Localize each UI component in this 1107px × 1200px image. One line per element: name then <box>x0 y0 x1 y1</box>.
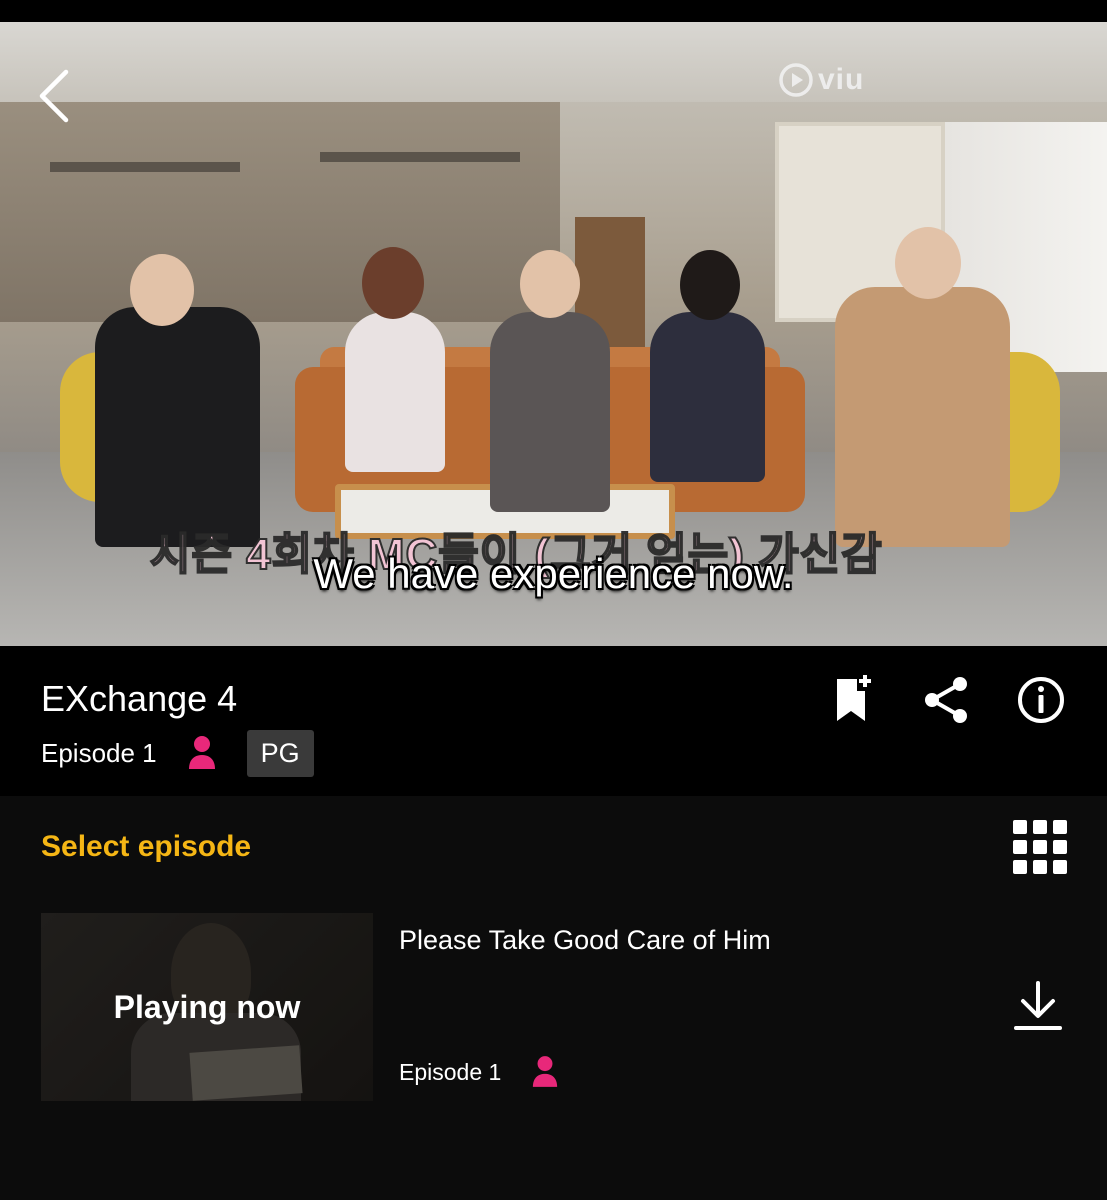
grid-icon <box>1033 820 1047 834</box>
episode-list-item[interactable]: Playing now Please Take Good Care of Him… <box>41 913 1067 1101</box>
info-button[interactable] <box>1015 674 1067 726</box>
episode-thumbnail: Playing now <box>41 913 373 1101</box>
share-icon <box>925 677 967 723</box>
scene-person <box>650 312 765 482</box>
show-meta: Episode 1 PG <box>41 729 314 777</box>
scene-person <box>835 287 1010 547</box>
rating-badge: PG <box>246 729 314 777</box>
episodes-section: Select episode Playing now Please Take G… <box>0 796 1107 1200</box>
episode-label: Episode 1 <box>41 737 157 768</box>
scene-person <box>345 312 445 472</box>
scene-person-head <box>362 247 424 319</box>
add-to-list-button[interactable] <box>827 674 879 726</box>
viu-logo: viu <box>778 60 864 100</box>
profile-icon <box>533 1056 558 1087</box>
chevron-left-icon <box>39 69 69 123</box>
download-button[interactable] <box>1013 979 1063 1033</box>
scene-person <box>95 307 260 547</box>
bookmark-add-icon <box>837 675 871 721</box>
grid-icon <box>1033 840 1047 854</box>
show-actions <box>827 674 1067 726</box>
show-info: EXchange 4 Episode 1 PG <box>0 646 1107 796</box>
grid-icon <box>1013 820 1027 834</box>
scene-person-head <box>895 227 961 299</box>
grid-icon <box>1013 860 1027 874</box>
scene-person-head <box>520 250 580 318</box>
episode-meta: Episode 1 <box>399 1055 559 1089</box>
grid-icon <box>1053 840 1067 854</box>
status-bar <box>0 0 1107 22</box>
scene-ceiling <box>0 22 1107 102</box>
grid-icon <box>1013 840 1027 854</box>
scene-person-head <box>130 254 194 326</box>
playing-now-label: Playing now <box>113 988 301 1025</box>
profile-icon <box>188 736 215 769</box>
play-circle-icon <box>779 63 813 97</box>
scene-kitchen <box>0 102 560 322</box>
video-player[interactable]: 시즌 4회차 MC들이 (그거 얻는) 가신감 We have experien… <box>0 22 1107 646</box>
scene-shelf <box>50 162 240 172</box>
select-episode-label[interactable]: Select episode <box>41 830 251 864</box>
grid-view-button[interactable] <box>1013 820 1067 874</box>
subtitle-text: We have experience now. <box>313 550 794 597</box>
info-icon <box>1018 677 1064 723</box>
show-title: EXchange 4 <box>41 678 238 719</box>
scene-shelf <box>320 152 520 162</box>
back-button[interactable] <box>32 66 80 126</box>
download-icon <box>1014 981 1062 1030</box>
grid-icon <box>1053 860 1067 874</box>
brand-name: viu <box>818 63 865 96</box>
grid-icon <box>1033 860 1047 874</box>
episode-title: Please Take Good Care of Him <box>399 925 771 955</box>
scene-person-head <box>680 250 740 320</box>
scene-person <box>490 312 610 512</box>
grid-icon <box>1053 820 1067 834</box>
share-button[interactable] <box>921 674 973 726</box>
episode-number: Episode 1 <box>399 1058 502 1085</box>
